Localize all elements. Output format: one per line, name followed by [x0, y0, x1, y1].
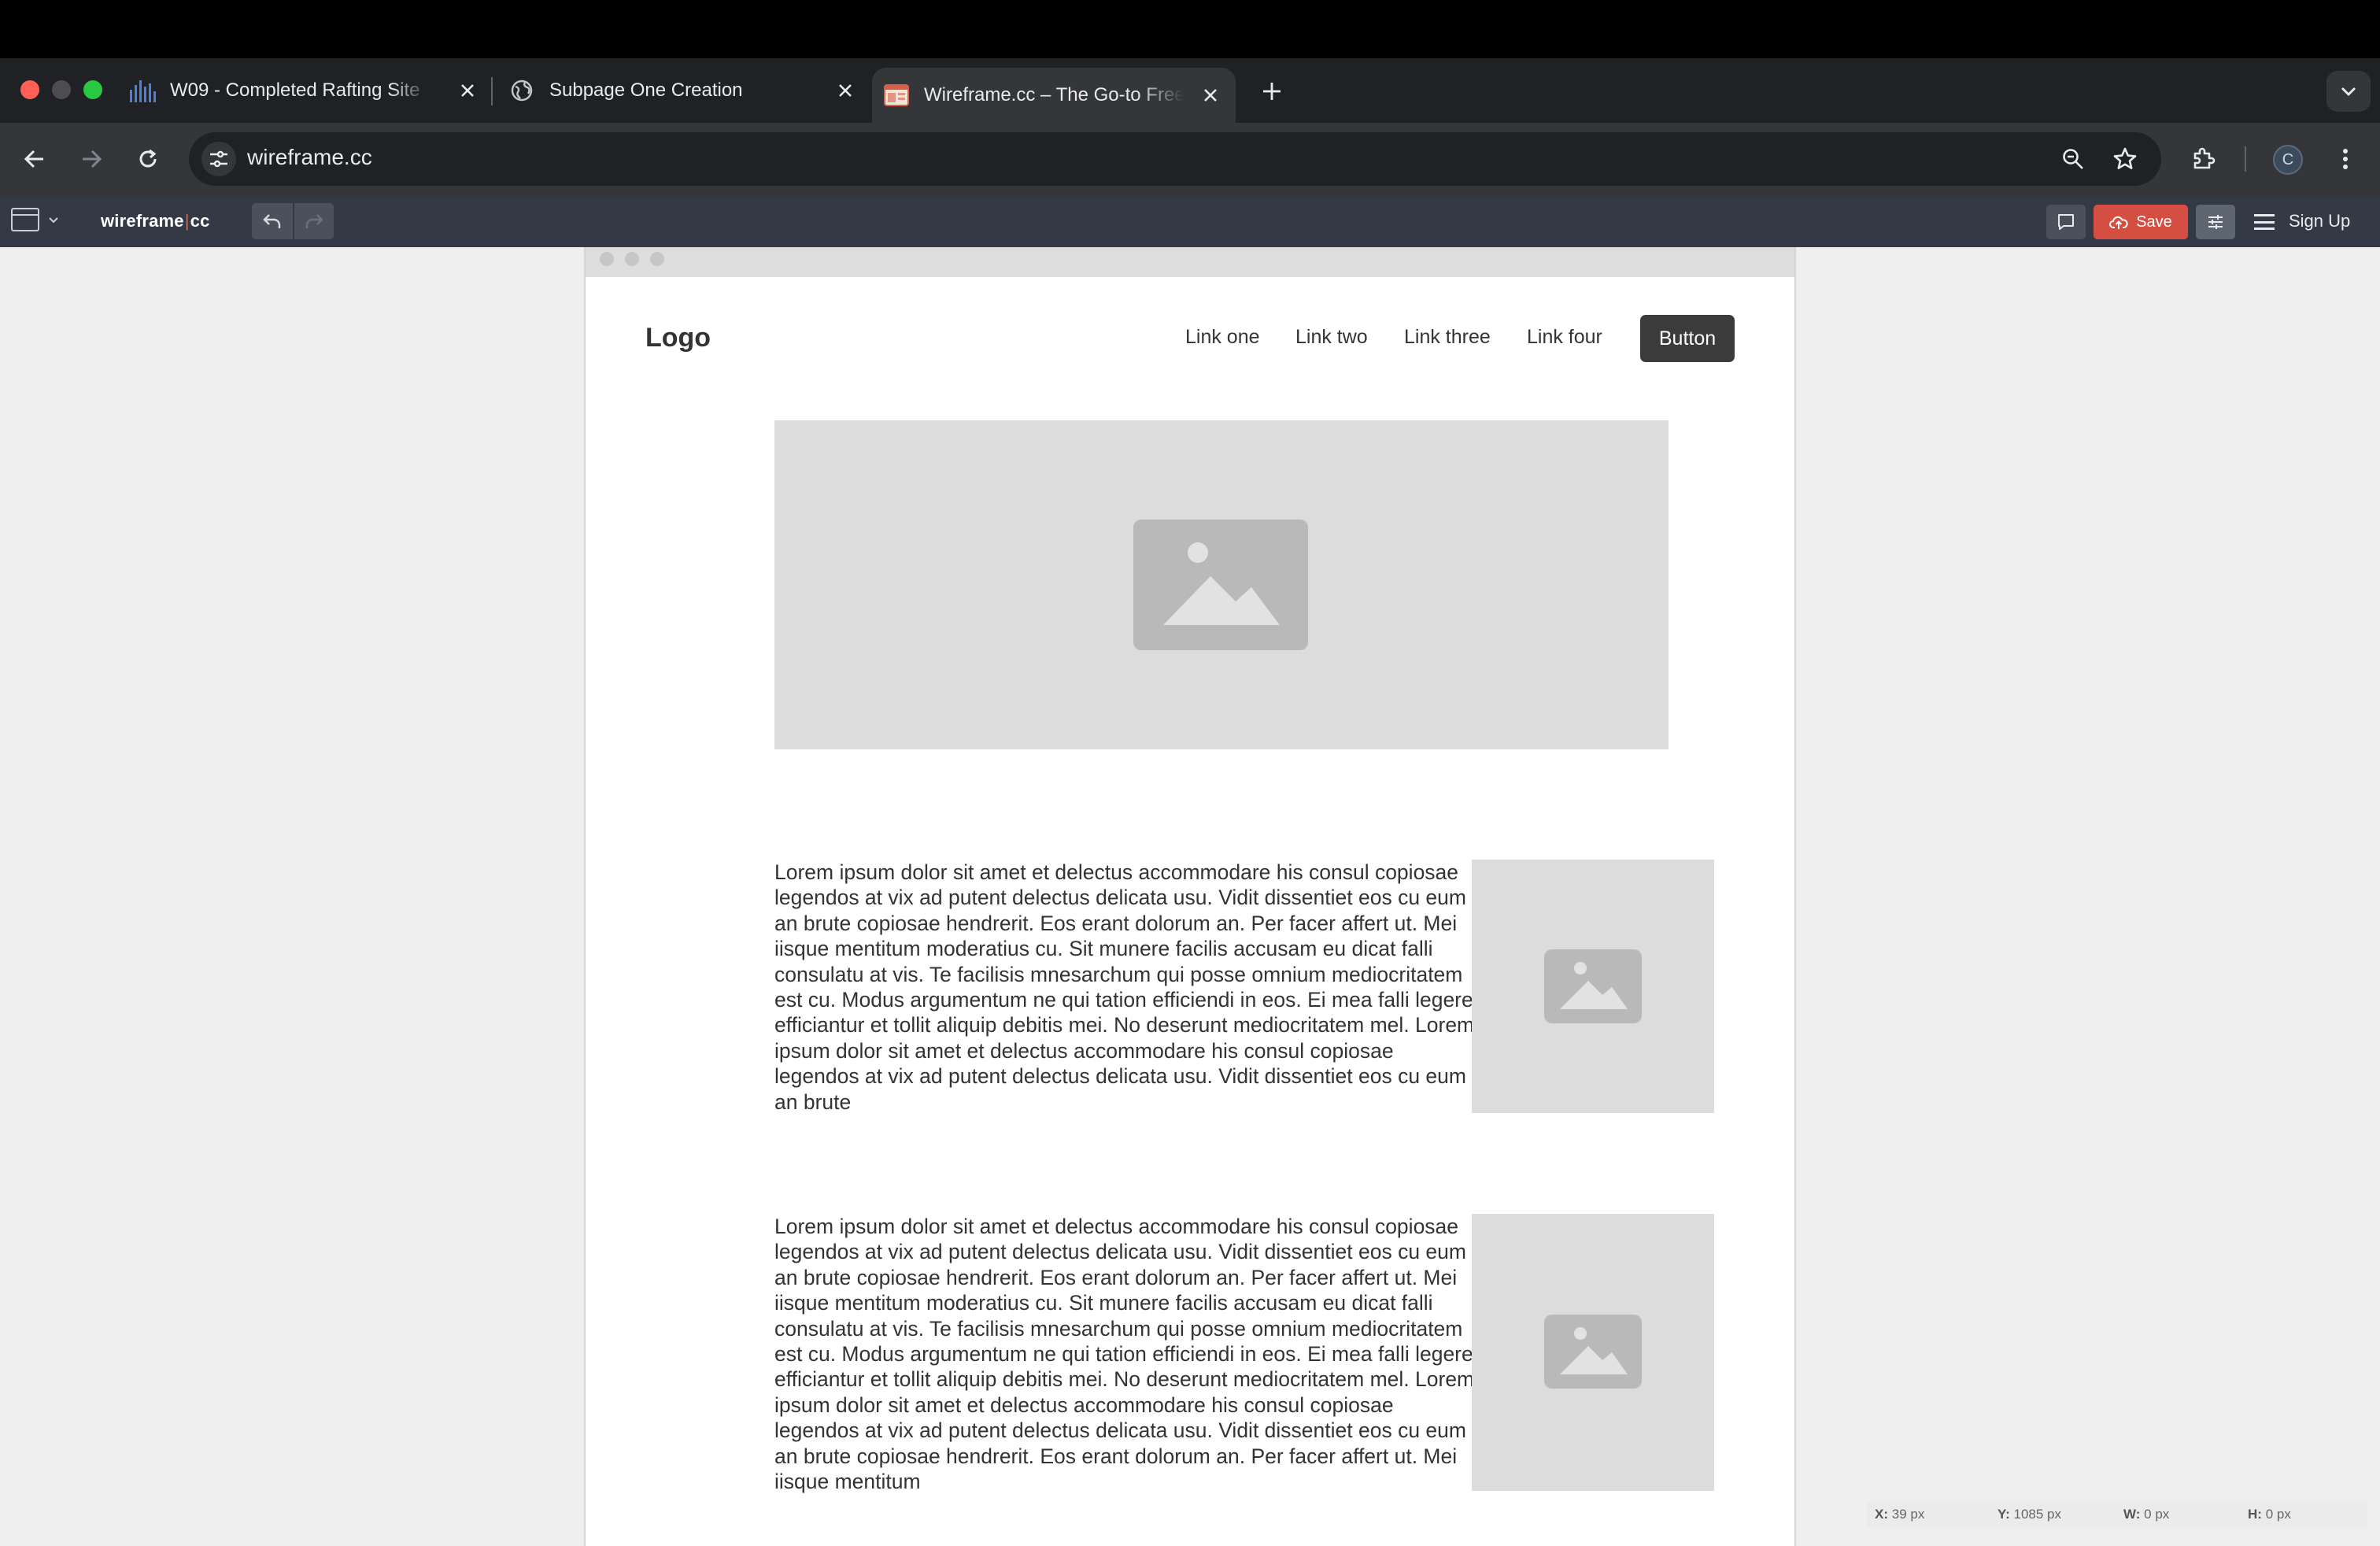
more-vert-icon[interactable] [2328, 142, 2363, 176]
save-button[interactable]: Save [2094, 205, 2188, 239]
tab-close-icon[interactable] [456, 80, 479, 102]
reload-icon[interactable] [131, 142, 165, 176]
wireframe-nav-link[interactable]: Link four [1527, 326, 1602, 349]
tab-title: W09 - Completed Rafting Site [170, 80, 420, 101]
wireframe-button[interactable]: Button [1640, 315, 1735, 362]
x-coordinate: X: 39 px [1875, 1507, 1925, 1522]
profile-avatar[interactable]: C [2273, 145, 2303, 175]
section-paragraph[interactable]: Lorem ipsum dolor sit amet et delectus a… [774, 860, 1475, 1115]
tab-subpage-one[interactable]: Subpage One Creation [508, 68, 870, 113]
undo-redo-group [252, 203, 334, 239]
tab-close-icon[interactable] [1199, 84, 1221, 106]
tab-search-chevron-icon[interactable] [2326, 71, 2371, 112]
height-readout: H: 0 px [2248, 1507, 2291, 1522]
image-icon [1133, 520, 1308, 650]
tab-title: Subpage One Creation [549, 80, 743, 101]
zoom-icon[interactable] [2056, 142, 2090, 176]
wireframe-nav-link[interactable]: Link two [1295, 326, 1368, 349]
chevron-down-icon[interactable] [46, 213, 61, 228]
wireframe-browser-bar [586, 247, 1794, 277]
undo-icon[interactable] [252, 203, 293, 239]
forward-arrow-icon[interactable] [74, 142, 109, 176]
frame-dot [600, 252, 614, 266]
url-text[interactable]: wireframe.cc [247, 145, 372, 170]
image-icon [1544, 1315, 1642, 1389]
tab-w09[interactable]: W09 - Completed Rafting Site [129, 68, 493, 113]
browser-frame-icon[interactable] [11, 208, 39, 231]
app-logo[interactable]: wireframe|cc [101, 211, 210, 231]
globe-icon [508, 77, 535, 104]
window-minimize-button[interactable] [52, 80, 71, 99]
width-readout: W: 0 px [2123, 1507, 2170, 1522]
wireframe-nav-link[interactable]: Link one [1185, 326, 1260, 349]
tab-close-icon[interactable] [834, 80, 856, 102]
section-paragraph[interactable]: Lorem ipsum dolor sit amet et delectus a… [774, 1214, 1475, 1494]
app-logo-right: cc [190, 211, 210, 231]
wireframe-logo[interactable]: Logo [645, 323, 711, 353]
window-zoom-button[interactable] [83, 80, 102, 99]
wireframe-favicon-icon [883, 82, 910, 109]
wireframe-nav-link[interactable]: Link three [1404, 326, 1491, 349]
site-settings-icon[interactable] [201, 142, 236, 176]
tab-wireframe-cc[interactable]: Wireframe.cc – The Go-to Free [872, 68, 1236, 123]
settings-sliders-icon[interactable] [2196, 205, 2235, 239]
frame-dot [625, 252, 639, 266]
tab-separator [491, 77, 493, 105]
window-close-button[interactable] [20, 80, 39, 99]
image-icon [1544, 949, 1642, 1023]
frame-dot [650, 252, 664, 266]
redo-icon[interactable] [293, 203, 334, 239]
coordinates-status-bar: X: 39 px Y: 1085 px W: 0 px H: 0 px [1867, 1502, 2367, 1527]
back-arrow-icon[interactable] [17, 142, 52, 176]
save-label: Save [2136, 213, 2172, 231]
address-bar[interactable] [189, 132, 2161, 186]
cloud-upload-icon [2109, 216, 2128, 229]
sign-up-link[interactable]: Sign Up [2289, 211, 2350, 231]
app-toolbar [0, 197, 2380, 247]
comment-icon[interactable] [2046, 205, 2086, 239]
hamburger-menu-icon[interactable] [2252, 211, 2276, 233]
app-logo-separator: | [184, 211, 190, 231]
app-logo-left: wireframe [101, 211, 184, 231]
tab-title: Wireframe.cc – The Go-to Free [924, 84, 1184, 105]
toolbar-divider [2245, 146, 2246, 172]
bar-chart-icon [129, 77, 156, 104]
bookmark-star-icon[interactable] [2108, 142, 2142, 176]
extensions-puzzle-icon[interactable] [2186, 142, 2221, 176]
y-coordinate: Y: 1085 px [1998, 1507, 2061, 1522]
screen: W09 - Completed Rafting Site Subpage One… [0, 0, 2380, 1546]
new-tab-plus-icon[interactable] [1256, 76, 1288, 107]
